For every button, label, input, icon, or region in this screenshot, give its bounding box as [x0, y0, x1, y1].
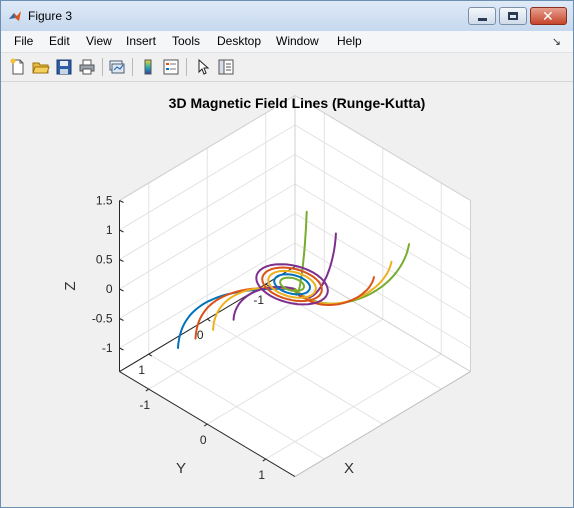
link-plot-icon[interactable]: [108, 58, 126, 76]
x-tick-label: -1: [139, 398, 150, 412]
y-tick-label: 0: [197, 328, 204, 342]
open-file-icon[interactable]: [32, 58, 50, 76]
x-tick: [262, 458, 267, 462]
menu-desktop[interactable]: Desktop: [217, 34, 261, 48]
chart-title: 3D Magnetic Field Lines (Runge-Kutta): [169, 95, 426, 111]
toolbar: [1, 53, 573, 82]
z-tick-label: 0: [106, 282, 113, 296]
y-axis-label: Y: [176, 460, 186, 477]
minimize-button[interactable]: [468, 7, 496, 25]
menu-insert[interactable]: Insert: [126, 34, 156, 48]
menu-help[interactable]: Help: [337, 34, 362, 48]
menu-edit[interactable]: Edit: [49, 34, 70, 48]
x-tick-label: 0: [200, 433, 207, 447]
z-tick-label: 1.5: [96, 194, 113, 208]
x-tick-label: 1: [258, 468, 265, 482]
new-figure-icon[interactable]: [9, 58, 27, 76]
figure-canvas[interactable]: -1 0 1 1 0 -1 1.5 1 0.5 0 -0.5 -1 3D Magnetic Field…: [1, 82, 573, 507]
insert-legend-icon[interactable]: [162, 58, 180, 76]
z-tick-label: 1: [106, 223, 113, 237]
figure-window: Figure 3 ✕ File Edit View Insert Tools D…: [0, 0, 574, 508]
menu-view[interactable]: View: [86, 34, 112, 48]
maximize-button[interactable]: [499, 7, 527, 25]
toolbar-separator: [102, 58, 103, 76]
x-tick: [203, 423, 208, 427]
maximize-icon: [508, 12, 518, 20]
z-tick-label: 0.5: [96, 253, 113, 267]
z-axis-label: Z: [62, 281, 79, 290]
x-tick: [145, 388, 150, 392]
minimize-icon: [478, 18, 487, 21]
3d-plot-axes[interactable]: -1 0 1 1 0 -1 1.5 1 0.5 0 -0.5 -1 3D Magnetic Field…: [1, 82, 573, 507]
toolbar-separator: [186, 58, 187, 76]
matlab-logo-icon: [9, 11, 21, 21]
z-tick-label: -0.5: [92, 312, 113, 326]
dock-arrow-icon[interactable]: ↘: [552, 35, 561, 48]
close-button[interactable]: ✕: [530, 7, 567, 25]
insert-colorbar-icon[interactable]: [139, 58, 157, 76]
y-tick-label: 1: [138, 363, 145, 377]
menu-window[interactable]: Window: [276, 34, 319, 48]
print-icon[interactable]: [78, 58, 96, 76]
y-tick-label: -1: [253, 293, 264, 307]
toolbar-separator: [132, 58, 133, 76]
menu-tools[interactable]: Tools: [172, 34, 200, 48]
window-title: Figure 3: [28, 9, 73, 23]
menu-bar: File Edit View Insert Tools Desktop Wind…: [1, 31, 573, 53]
property-inspector-icon[interactable]: [217, 58, 235, 76]
menu-file[interactable]: File: [14, 34, 33, 48]
x-axis-label: X: [344, 460, 354, 477]
save-icon[interactable]: [55, 58, 73, 76]
z-tick-label: -1: [102, 341, 113, 355]
title-bar[interactable]: Figure 3 ✕: [1, 1, 573, 31]
close-icon: ✕: [542, 8, 554, 24]
edit-plot-arrow-icon[interactable]: [194, 58, 212, 76]
